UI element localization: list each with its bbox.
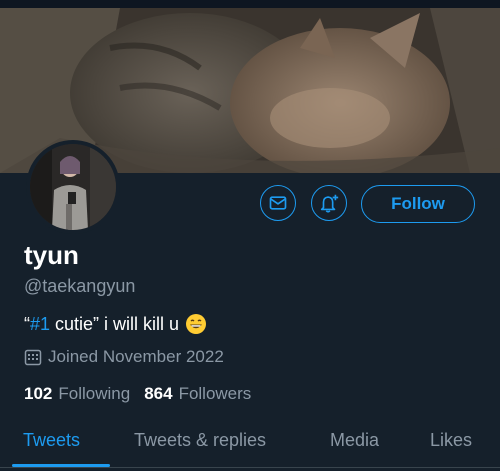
followers-label: Followers [178, 384, 252, 403]
calendar-icon [24, 349, 42, 366]
notify-button[interactable] [311, 185, 347, 221]
tab-media[interactable]: Media [330, 430, 379, 451]
profile-tabs: Tweets Tweets & replies Media Likes [0, 418, 500, 471]
following-link[interactable]: 102 Following [24, 384, 130, 404]
profile-name: tyun [24, 240, 79, 270]
followers-count: 864 [144, 384, 173, 403]
bell-plus-icon [320, 194, 339, 213]
follow-button[interactable]: Follow [361, 185, 475, 223]
tab-likes[interactable]: Likes [430, 430, 472, 451]
tab-tweets[interactable]: Tweets [23, 430, 80, 451]
followers-link[interactable]: 864 Followers [144, 384, 251, 404]
joined-text: Joined November 2022 [48, 347, 224, 366]
tab-tweets-replies[interactable]: Tweets & replies [134, 430, 266, 451]
follow-stats: 102 Following 864 Followers [24, 384, 265, 404]
tab-divider [0, 467, 500, 468]
profile-bio: “ #1 cutie” i will kill u [24, 313, 207, 335]
bio-text: cutie” i will kill u [50, 313, 180, 334]
following-label: Following [58, 384, 131, 403]
message-button[interactable] [260, 185, 296, 221]
profile-handle: @taekangyun [24, 276, 136, 296]
bio-hashtag-link[interactable]: #1 [30, 314, 50, 335]
mail-icon [269, 196, 287, 210]
grinning-face-icon [186, 314, 207, 334]
top-strip [0, 0, 500, 8]
following-count: 102 [24, 384, 53, 403]
avatar[interactable] [26, 140, 120, 234]
joined-date: Joined November 2022 [24, 347, 224, 367]
